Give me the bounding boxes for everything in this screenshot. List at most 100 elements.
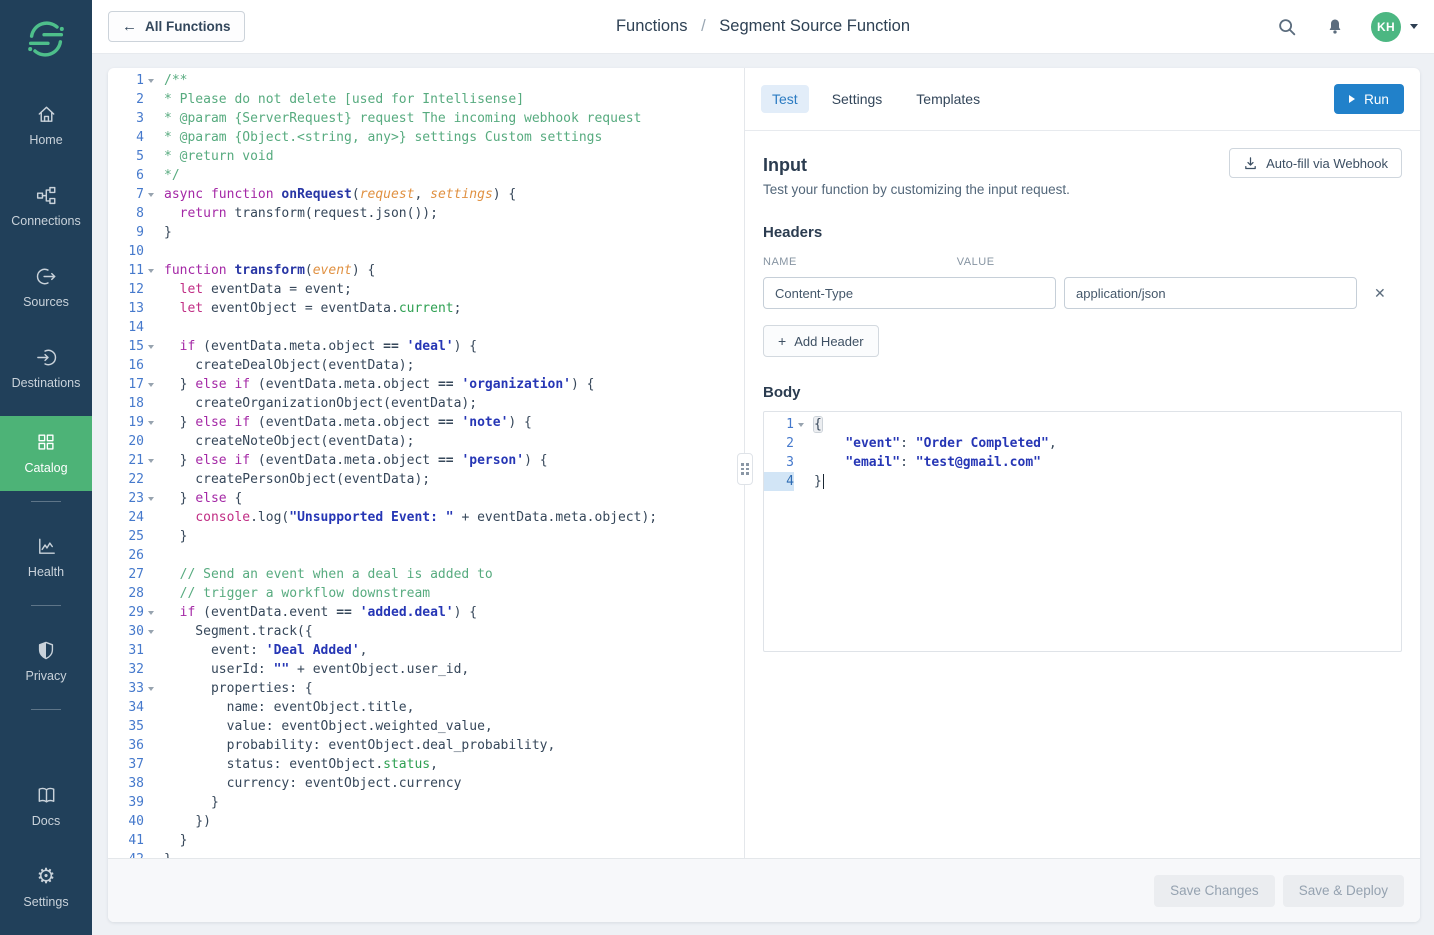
- fold-toggle-icon[interactable]: [144, 489, 158, 508]
- line-number: 35: [108, 717, 144, 736]
- sidebar-item-connections[interactable]: Connections: [0, 173, 92, 240]
- code-line-37: 37 status: eventObject.status,: [108, 755, 744, 774]
- home-icon: [35, 102, 58, 126]
- code-text: value: eventObject.weighted_value,: [164, 717, 493, 736]
- header-name-input[interactable]: [763, 277, 1056, 309]
- fold-slot: [144, 831, 158, 850]
- code-text: userId: "" + eventObject.user_id,: [164, 660, 469, 679]
- code-line-8: 8 return transform(request.json());: [108, 204, 744, 223]
- fold-toggle-icon[interactable]: [144, 337, 158, 356]
- destinations-icon: [35, 345, 58, 369]
- autofill-webhook-button[interactable]: Auto-fill via Webhook: [1229, 148, 1402, 178]
- code-line-15: 15 if (eventData.meta.object == 'deal') …: [108, 337, 744, 356]
- fold-toggle-icon[interactable]: [144, 622, 158, 641]
- sidebar-item-health[interactable]: Health: [0, 524, 92, 591]
- code-line-14: 14: [108, 318, 744, 337]
- fold-slot: [144, 660, 158, 679]
- back-button-label: All Functions: [145, 19, 231, 34]
- code-text: if (eventData.meta.object == 'deal') {: [164, 337, 477, 356]
- search-icon[interactable]: [1275, 15, 1299, 39]
- code-line-34: 34 name: eventObject.title,: [108, 698, 744, 717]
- code-text: // trigger a workflow downstream: [164, 584, 430, 603]
- drag-dots-icon: [741, 463, 749, 475]
- sidebar-divider: [31, 709, 61, 710]
- line-number: 2: [108, 90, 144, 109]
- add-header-label: Add Header: [794, 334, 863, 349]
- fold-toggle-icon[interactable]: [144, 679, 158, 698]
- fold-slot: [794, 453, 808, 472]
- code-line-29: 29 if (eventData.event == 'added.deal') …: [108, 603, 744, 622]
- fold-toggle-icon[interactable]: [144, 185, 158, 204]
- all-functions-back-button[interactable]: ← All Functions: [108, 11, 245, 42]
- health-icon: [35, 534, 58, 558]
- line-number: 8: [108, 204, 144, 223]
- line-number: 4: [108, 128, 144, 147]
- sidebar-item-settings[interactable]: ⚙Settings: [0, 854, 92, 921]
- code-text: */: [164, 166, 180, 185]
- sidebar-nav: Home Connections Sources Destinations Catalo…: [0, 92, 92, 935]
- body-section-title: Body: [763, 384, 1402, 401]
- tab-settings[interactable]: Settings: [821, 85, 894, 113]
- segment-logo[interactable]: [0, 0, 92, 72]
- line-number: 29: [108, 603, 144, 622]
- code-text: let eventData = event;: [164, 280, 352, 299]
- sidebar-item-privacy[interactable]: Privacy: [0, 628, 92, 695]
- name-column-label: NAME: [763, 256, 797, 268]
- code-text: probability: eventObject.deal_probabilit…: [164, 736, 555, 755]
- line-number: 11: [108, 261, 144, 280]
- fold-slot: [144, 280, 158, 299]
- code-line-24: 24 console.log("Unsupported Event: " + e…: [108, 508, 744, 527]
- breadcrumb-functions[interactable]: Functions: [616, 17, 688, 35]
- settings-icon: ⚙: [37, 864, 56, 888]
- fold-toggle-icon[interactable]: [144, 375, 158, 394]
- fold-toggle-icon[interactable]: [794, 415, 808, 434]
- line-number: 12: [108, 280, 144, 299]
- add-header-button[interactable]: + Add Header: [763, 325, 879, 357]
- header-actions: KH: [1275, 12, 1434, 42]
- connections-icon: [35, 183, 58, 207]
- plus-icon: +: [778, 333, 786, 349]
- line-number: 36: [108, 736, 144, 755]
- fold-slot: [144, 204, 158, 223]
- save-changes-button[interactable]: Save Changes: [1154, 875, 1275, 907]
- sidebar-item-destinations[interactable]: Destinations: [0, 335, 92, 402]
- code-line-28: 28 // trigger a workflow downstream: [108, 584, 744, 603]
- remove-header-icon[interactable]: ✕: [1374, 286, 1386, 300]
- code-text: {: [814, 415, 822, 434]
- source-code-editor[interactable]: 1/**2* Please do not delete [used for In…: [108, 68, 745, 858]
- line-number: 30: [108, 622, 144, 641]
- save-deploy-button[interactable]: Save & Deploy: [1283, 875, 1404, 907]
- header-value-input[interactable]: [1064, 277, 1357, 309]
- fold-toggle-icon[interactable]: [144, 261, 158, 280]
- line-number: 10: [108, 242, 144, 261]
- code-line-16: 16 createDealObject(eventData);: [108, 356, 744, 375]
- sidebar-item-sources[interactable]: Sources: [0, 254, 92, 321]
- line-number: 22: [108, 470, 144, 489]
- sidebar-spacer: [0, 732, 92, 773]
- avatar[interactable]: KH: [1371, 12, 1401, 42]
- request-body-editor[interactable]: 1{2 "event": "Order Completed",3 "email"…: [763, 411, 1402, 652]
- fold-slot: [144, 698, 158, 717]
- fold-toggle-icon[interactable]: [144, 603, 158, 622]
- fold-toggle-icon[interactable]: [144, 451, 158, 470]
- panel-resize-handle[interactable]: [737, 453, 753, 485]
- sidebar-item-catalog[interactable]: Catalog: [0, 416, 92, 491]
- breadcrumb-separator: /: [701, 17, 706, 35]
- code-line-32: 32 userId: "" + eventObject.user_id,: [108, 660, 744, 679]
- fold-toggle-icon[interactable]: [144, 71, 158, 90]
- code-text: "event": "Order Completed",: [814, 434, 1057, 453]
- sidebar-item-docs[interactable]: Docs: [0, 773, 92, 840]
- line-number: 2: [764, 434, 794, 453]
- run-button[interactable]: Run: [1334, 84, 1404, 114]
- user-menu[interactable]: KH: [1371, 12, 1418, 42]
- tab-test[interactable]: Test: [761, 85, 809, 113]
- notifications-bell-icon[interactable]: [1323, 15, 1347, 39]
- line-number: 5: [108, 147, 144, 166]
- code-text: * Please do not delete [used for Intelli…: [164, 90, 524, 109]
- fold-slot: [794, 472, 808, 491]
- sidebar-item-home[interactable]: Home: [0, 92, 92, 159]
- fold-toggle-icon[interactable]: [144, 413, 158, 432]
- tab-templates[interactable]: Templates: [905, 85, 991, 113]
- code-line-2: 2 "event": "Order Completed",: [764, 434, 1401, 453]
- fold-slot: [144, 318, 158, 337]
